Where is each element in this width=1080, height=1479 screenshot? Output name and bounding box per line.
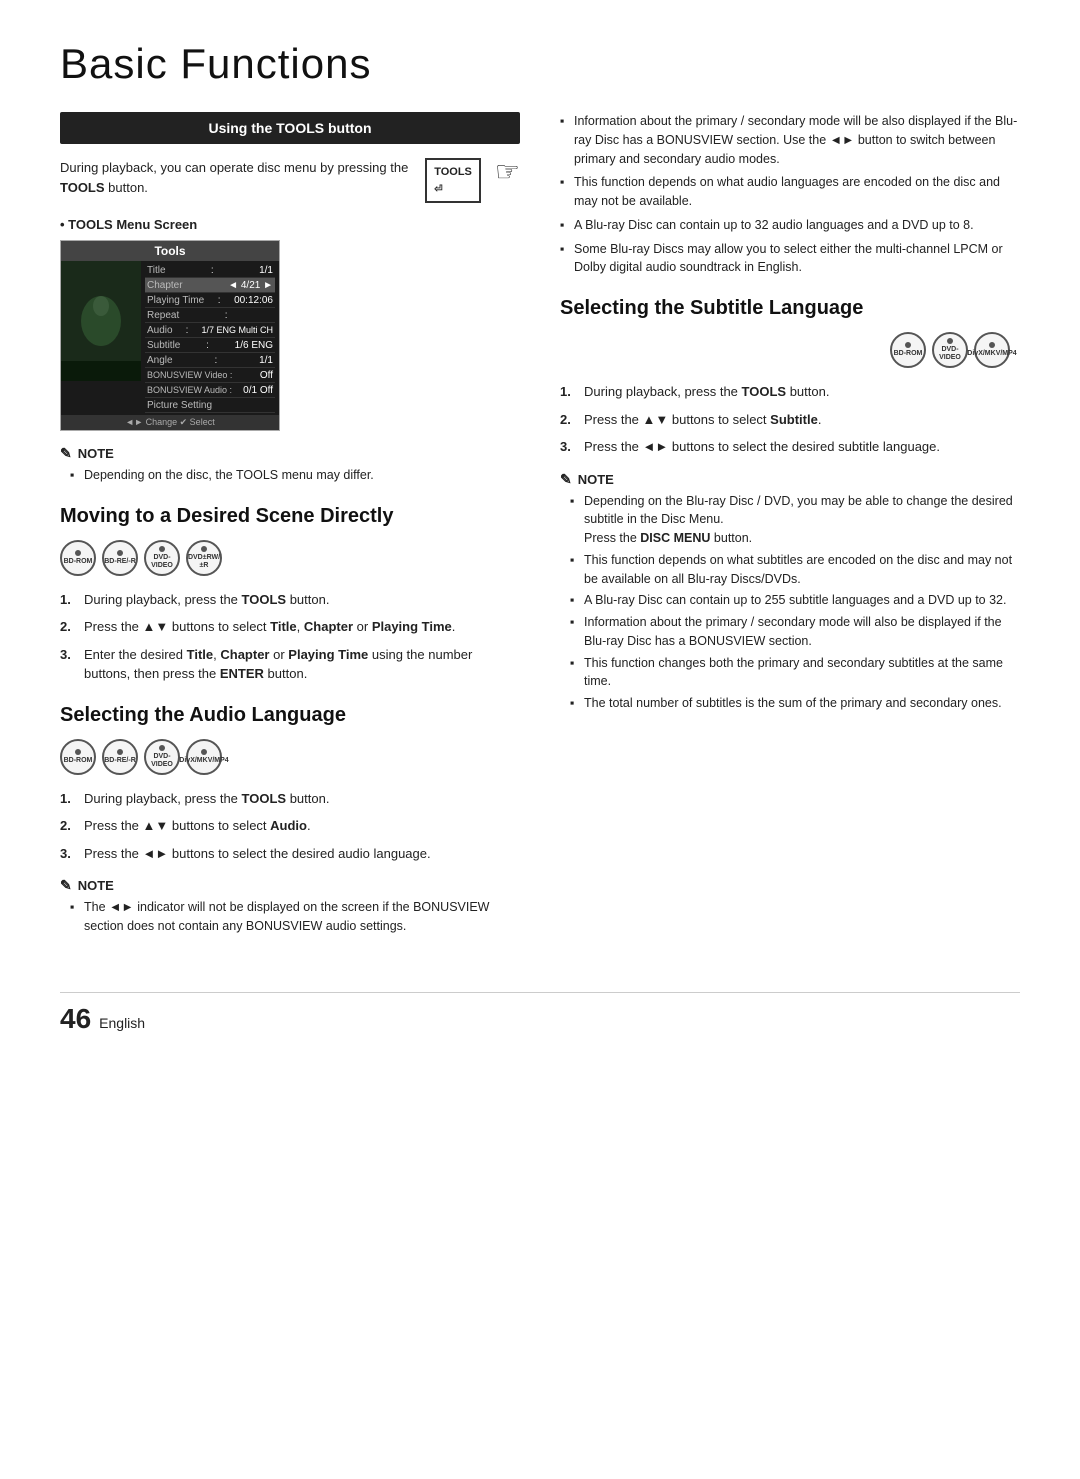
left-column: Using the TOOLS button During playback, … <box>60 112 520 952</box>
page-language: English <box>99 1015 145 1031</box>
audio-disc-icons: BD-ROM BD-RE/-R DVD-VIDEO DivX/MKV/MP4 <box>60 739 520 775</box>
note3-item-5: This function changes both the primary a… <box>570 654 1020 692</box>
disc-icon-bd-re-r-2: BD-RE/-R <box>102 739 138 775</box>
note2-list: The ◄► indicator will not be displayed o… <box>60 898 520 936</box>
disc-icon-bd-rom: BD-ROM <box>60 540 96 576</box>
moving-disc-icons: BD-ROM BD-RE/-R DVD-VIDEO DVD±RW/±R <box>60 540 520 576</box>
right-column: Information about the primary / secondar… <box>560 112 1020 952</box>
tools-menu-rows: Title:1/1 Chapter◄ 4/21 ► Playing Time:0… <box>141 261 279 415</box>
page-footer: 46 English <box>60 992 1020 1035</box>
tools-row-chapter: Chapter◄ 4/21 ► <box>145 278 275 293</box>
tools-menu-footer: ◄► Change ✔ Select <box>61 415 279 430</box>
tools-button-heading: Using the TOOLS button <box>60 112 520 144</box>
subtitle-step-3: 3. Press the ◄► buttons to select the de… <box>560 437 1020 457</box>
note3-heading: ✎ NOTE <box>560 471 1020 488</box>
moving-steps: 1. During playback, press the TOOLS butt… <box>60 590 520 684</box>
disc-icon-dvd-video-2: DVD-VIDEO <box>144 739 180 775</box>
note1-heading: ✎ NOTE <box>60 445 520 462</box>
audio-note-2: This function depends on what audio lang… <box>560 173 1020 211</box>
tools-row-picture-setting: Picture Setting <box>145 398 275 413</box>
disc-icon-dvd-video-3: DVD-VIDEO <box>932 332 968 368</box>
note2: ✎ NOTE The ◄► indicator will not be disp… <box>60 877 520 936</box>
note2-pencil-icon: ✎ <box>60 877 72 894</box>
note1-list: Depending on the disc, the TOOLS menu ma… <box>60 466 520 485</box>
tools-row-bonusview-audio: BONUSVIEW Audio :0/1 Off <box>145 383 275 398</box>
audio-note-3: A Blu-ray Disc can contain up to 32 audi… <box>560 216 1020 235</box>
subtitle-step-1: 1. During playback, press the TOOLS butt… <box>560 382 1020 402</box>
disc-icon-dvdrw: DVD±RW/±R <box>186 540 222 576</box>
disc-icon-bd-rom-3: BD-ROM <box>890 332 926 368</box>
disc-icon-bd-rom-2: BD-ROM <box>60 739 96 775</box>
tools-intro-bold: TOOLS <box>60 180 105 195</box>
disc-icon-bd-re-r: BD-RE/-R <box>102 540 138 576</box>
tools-row-title: Title:1/1 <box>145 263 275 278</box>
subtitle-section-heading: Selecting the Subtitle Language <box>560 297 1020 320</box>
tools-menu-image: Tools Title:1/1 Chapter◄ 4/21 ► <box>60 240 280 431</box>
note-pencil-icon: ✎ <box>60 445 72 462</box>
hand-icon: ☞ <box>495 158 520 186</box>
moving-section-heading: Moving to a Desired Scene Directly <box>60 505 520 528</box>
tools-menu-bg: Title:1/1 Chapter◄ 4/21 ► Playing Time:0… <box>61 261 279 415</box>
note3-item-2: This function depends on what subtitles … <box>570 551 1020 589</box>
tools-icon-box: TOOLS ⏎ <box>425 158 481 203</box>
moving-step-2: 2. Press the ▲▼ buttons to select Title,… <box>60 617 520 637</box>
audio-note-4: Some Blu-ray Discs may allow you to sele… <box>560 240 1020 278</box>
tools-menu-label: • TOOLS Menu Screen <box>60 217 520 232</box>
tools-intro-text: During playback, you can operate disc me… <box>60 160 408 175</box>
audio-step-1: 1. During playback, press the TOOLS butt… <box>60 789 520 809</box>
tools-row-angle: Angle:1/1 <box>145 353 275 368</box>
disc-icon-dvd-video-1: DVD-VIDEO <box>144 540 180 576</box>
page-number: 46 <box>60 1003 91 1035</box>
note3-item-3: A Blu-ray Disc can contain up to 255 sub… <box>570 591 1020 610</box>
audio-section-heading: Selecting the Audio Language <box>60 704 520 727</box>
tools-menu-container: Tools Title:1/1 Chapter◄ 4/21 ► <box>60 240 520 431</box>
tools-intro: During playback, you can operate disc me… <box>60 158 520 203</box>
note3: ✎ NOTE Depending on the Blu-ray Disc / D… <box>560 471 1020 713</box>
audio-step-3: 3. Press the ◄► buttons to select the de… <box>60 844 520 864</box>
tools-menu-thumbnail <box>61 261 141 381</box>
audio-step-2: 2. Press the ▲▼ buttons to select Audio. <box>60 816 520 836</box>
note1-item-1: Depending on the disc, the TOOLS menu ma… <box>70 466 520 485</box>
page-title: Basic Functions <box>60 40 1020 88</box>
audio-notes: Information about the primary / secondar… <box>560 112 1020 277</box>
tools-intro-text2: button. <box>105 180 148 195</box>
note2-item-1: The ◄► indicator will not be displayed o… <box>70 898 520 936</box>
disc-icon-divx-2: DivX/MKV/MP4 <box>974 332 1010 368</box>
disc-icon-divx: DivX/MKV/MP4 <box>186 739 222 775</box>
note2-heading: ✎ NOTE <box>60 877 520 894</box>
note3-list: Depending on the Blu-ray Disc / DVD, you… <box>560 492 1020 713</box>
note1: ✎ NOTE Depending on the disc, the TOOLS … <box>60 445 520 485</box>
audio-note-1: Information about the primary / secondar… <box>560 112 1020 168</box>
audio-steps: 1. During playback, press the TOOLS butt… <box>60 789 520 864</box>
note3-item-1: Depending on the Blu-ray Disc / DVD, you… <box>570 492 1020 548</box>
subtitle-disc-icons: BD-ROM DVD-VIDEO DivX/MKV/MP4 <box>560 332 1010 368</box>
moving-step-3: 3. Enter the desired Title, Chapter or P… <box>60 645 520 684</box>
tools-row-audio: Audio:1/7 ENG Multi CH <box>145 323 275 338</box>
note3-item-4: Information about the primary / secondar… <box>570 613 1020 651</box>
tools-menu-header: Tools <box>61 241 279 261</box>
tools-row-playing-time: Playing Time:00:12:06 <box>145 293 275 308</box>
subtitle-step-2: 2. Press the ▲▼ buttons to select Subtit… <box>560 410 1020 430</box>
note3-pencil-icon: ✎ <box>560 471 572 488</box>
tools-row-repeat: Repeat: <box>145 308 275 323</box>
note3-item-6: The total number of subtitles is the sum… <box>570 694 1020 713</box>
subtitle-steps: 1. During playback, press the TOOLS butt… <box>560 382 1020 457</box>
moving-step-1: 1. During playback, press the TOOLS butt… <box>60 590 520 610</box>
tools-row-subtitle: Subtitle:1/6 ENG <box>145 338 275 353</box>
tools-row-bonusview-video: BONUSVIEW Video :Off <box>145 368 275 383</box>
